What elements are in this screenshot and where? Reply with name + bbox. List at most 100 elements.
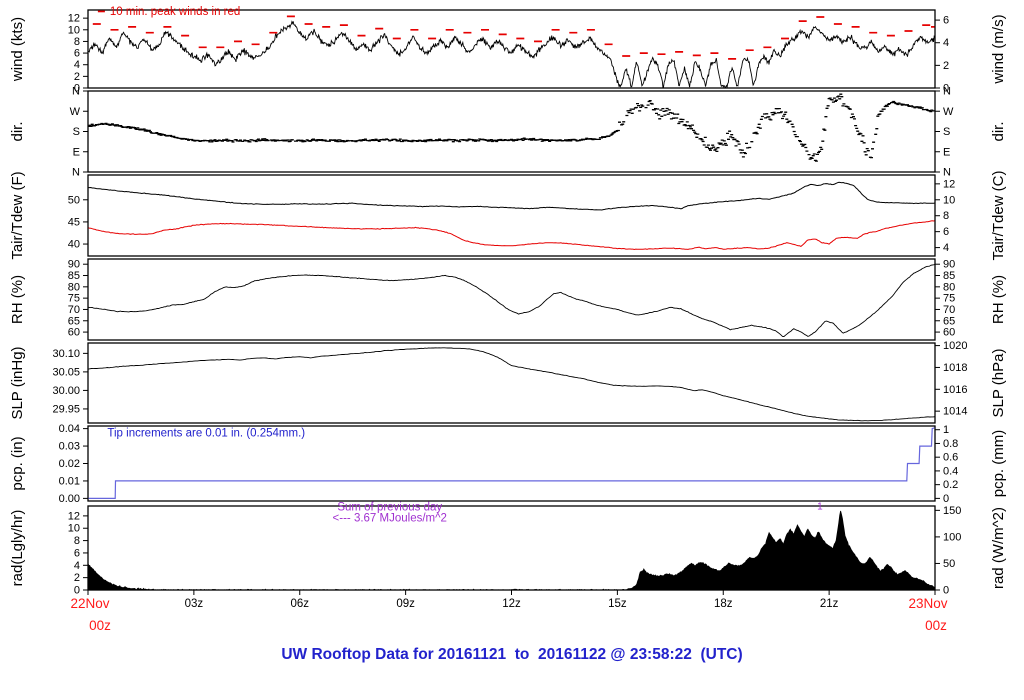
- panel-pcp: 0.00 0.01 0.02 0.03 0.04 0 0.2 0.40.6 0.8 1 pcp. (…: [9, 423, 1007, 505]
- wind-series-line: [88, 20, 935, 88]
- peak-wind-dashes: [92, 15, 935, 60]
- y-axis-label-left-slp: SLP (inHg): [9, 346, 26, 419]
- y-tick-label-right: 6: [943, 226, 949, 238]
- y-tick-label-right: 70: [943, 304, 955, 316]
- x-tick-label: 09z: [396, 598, 415, 610]
- y-tick-label-left: 0: [74, 585, 80, 597]
- y-tick-label-right: N: [943, 167, 951, 179]
- panel-slp: 29.95 30.00 30.05 30.10 1014 1016 1018 1020 SLP …: [9, 340, 1007, 424]
- x-tick-label: 18z: [714, 598, 733, 610]
- y-tick-label-right: 4: [943, 37, 949, 49]
- y-tick-label-left: 30.00: [52, 385, 80, 397]
- y-tick-label-left: N: [72, 167, 80, 179]
- y-axis-label-left-rh: RH (%): [9, 275, 26, 324]
- y-tick-label-left: W: [70, 106, 81, 118]
- x-start-date-label: 22Nov: [70, 596, 109, 611]
- panel-border-temp: [87, 174, 936, 257]
- y-tick-label-left: 80: [68, 281, 80, 293]
- y-tick-label-left: 6: [74, 547, 80, 559]
- panel-border-dir: [87, 90, 936, 173]
- y-tick-label-left: 40: [68, 239, 80, 251]
- x-end-time-label: 00z: [925, 618, 947, 633]
- y-tick-label-left: 30.05: [52, 366, 80, 378]
- meteogram-chart: 0 2 4 6 8 10 12 0 2 4 6 wind (kts) wind (m/s) 10 min.…: [0, 0, 1024, 700]
- y-tick-label-left: 12: [68, 510, 80, 522]
- panel-rad: 024681012050100150rad(Lgly/hr) rad (W/m^2…: [9, 501, 1007, 596]
- y-tick-label-right: 2: [943, 60, 949, 72]
- panel-temp: 40 45 50 4 6 8 10 12 Tair/Tdew (F) Tair/Tdew (C): [9, 170, 1007, 260]
- y-tick-label-left: 75: [68, 293, 80, 305]
- panel-border-slp: [87, 342, 936, 424]
- y-tick-label-right: 1014: [943, 406, 967, 418]
- y-tick-label-right: 50: [943, 558, 955, 570]
- y-axis-label-right-wind: wind (m/s): [990, 14, 1007, 84]
- y-tick-label-right: 1020: [943, 340, 967, 352]
- y-tick-label-left: 4: [74, 560, 80, 572]
- y-tick-label-left: S: [73, 126, 80, 138]
- y-axis-label-left-pcp: pcp. (in): [9, 436, 26, 490]
- y-tick-label-left: 0.00: [59, 493, 80, 505]
- panel-border-wind: [87, 9, 936, 89]
- y-tick-label-right: 0: [943, 585, 949, 597]
- y-axis-label-left-wind: wind (kts): [9, 17, 26, 82]
- series-group-wind: [88, 15, 935, 88]
- y-tick-label-right: 85: [943, 270, 955, 282]
- y-tick-label-left: 65: [68, 315, 80, 327]
- tdew_f-line: [88, 220, 935, 251]
- x-end-date-label: 23Nov: [908, 596, 947, 611]
- y-tick-label-right: 0.6: [943, 452, 958, 464]
- radiation-marker: 1: [817, 502, 823, 513]
- y-tick-label-right: 65: [943, 315, 955, 327]
- y-tick-label-right: 80: [943, 281, 955, 293]
- y-axis-label-right-slp: SLP (hPa): [990, 349, 1007, 418]
- y-tick-label-right: 12: [943, 178, 955, 190]
- y-tick-label-right: W: [943, 106, 954, 118]
- y-tick-label-right: 0: [943, 493, 949, 505]
- y-tick-label-left: 0.03: [59, 441, 80, 453]
- y-tick-label-left: 8: [74, 36, 80, 48]
- x-start-time-label: 00z: [89, 618, 111, 633]
- y-axis-label-left-temp: Tair/Tdew (F): [9, 171, 26, 259]
- y-axis-label-right-temp: Tair/Tdew (C): [990, 170, 1007, 260]
- y-tick-label-left: N: [72, 86, 80, 98]
- series-group-slp: [88, 347, 935, 422]
- radiation-sum-annotation-line2: <--- 3.67 MJoules/m^2: [333, 512, 447, 524]
- panel-dir: NWSENNWSENdir. dir.: [9, 86, 1007, 179]
- y-tick-label-left: 30.10: [52, 348, 80, 360]
- series-group-rh: [88, 264, 935, 337]
- tip-increment-annotation: Tip increments are 0.01 in. (0.254mm.): [107, 427, 305, 439]
- y-axis-label-right-rad: rad (W/m^2): [990, 507, 1007, 589]
- y-tick-label-left: 90: [68, 259, 80, 271]
- y-tick-label-left: 0.02: [59, 458, 80, 470]
- y-tick-label-left: 85: [68, 270, 80, 282]
- y-axis-label-right-dir: dir.: [990, 121, 1007, 141]
- meteogram-svg: 0246810120246wind (kts) wind (m/s)10 min.…: [9, 6, 1007, 633]
- y-tick-label-left: 4: [74, 59, 80, 71]
- x-tick-label: 15z: [608, 598, 627, 610]
- y-axis-label-right-rh: RH (%): [990, 275, 1007, 324]
- series-group-temp: [88, 181, 935, 251]
- rh-line: [88, 264, 935, 337]
- y-tick-label-left: 0.01: [59, 475, 80, 487]
- direction-scatter: [88, 93, 935, 162]
- y-tick-label-right: 10: [943, 194, 955, 206]
- y-tick-label-left: E: [73, 146, 80, 158]
- y-axis-label-left-dir: dir.: [9, 121, 26, 141]
- x-tick-label: 06z: [290, 598, 309, 610]
- chart-title: UW Rooftop Data for 20161121 to 20161122…: [281, 646, 743, 663]
- y-tick-label-right: 1: [943, 424, 949, 436]
- y-tick-label-right: 0.2: [943, 479, 958, 491]
- tair_f-line: [88, 181, 935, 211]
- radiation-area: [88, 510, 935, 590]
- y-tick-label-right: 1018: [943, 362, 967, 374]
- y-axis-label-left-rad: rad(Lgly/hr): [9, 510, 26, 587]
- y-tick-label-left: 12: [68, 13, 80, 25]
- panel-rh: 6065707580859060657075808590RH (%) RH (%): [9, 258, 1007, 341]
- y-tick-label-right: 4: [943, 242, 949, 254]
- y-tick-label-right: 90: [943, 259, 955, 271]
- y-tick-label-left: 0.04: [59, 423, 80, 435]
- y-tick-label-left: 29.95: [52, 403, 80, 415]
- y-tick-label-left: 50: [68, 194, 80, 206]
- y-tick-label-left: 45: [68, 216, 80, 228]
- y-tick-label-right: 75: [943, 293, 955, 305]
